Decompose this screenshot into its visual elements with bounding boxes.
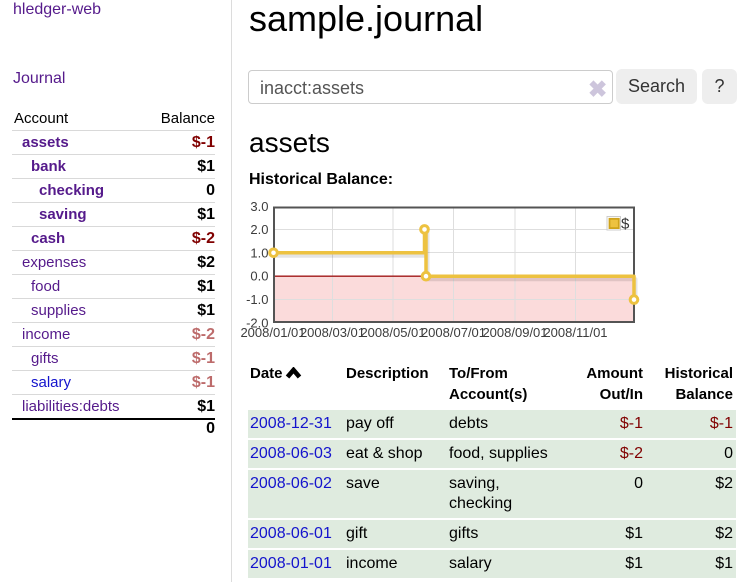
svg-text:0.0: 0.0 [250, 269, 268, 284]
svg-text:-1.0: -1.0 [246, 292, 268, 307]
svg-text:2008/09/01: 2008/09/01 [482, 325, 547, 340]
svg-text:$: $ [621, 216, 630, 233]
svg-text:2008/05/01: 2008/05/01 [360, 325, 425, 340]
svg-text:2008/11/01: 2008/11/01 [543, 325, 607, 340]
svg-text:2.0: 2.0 [250, 222, 268, 237]
svg-text:2008/01/01: 2008/01/01 [240, 325, 305, 340]
svg-text:1.0: 1.0 [250, 245, 268, 260]
svg-text:3.0: 3.0 [250, 199, 268, 214]
svg-text:2008/03/01: 2008/03/01 [300, 325, 365, 340]
svg-text:2008/07/01: 2008/07/01 [421, 325, 486, 340]
